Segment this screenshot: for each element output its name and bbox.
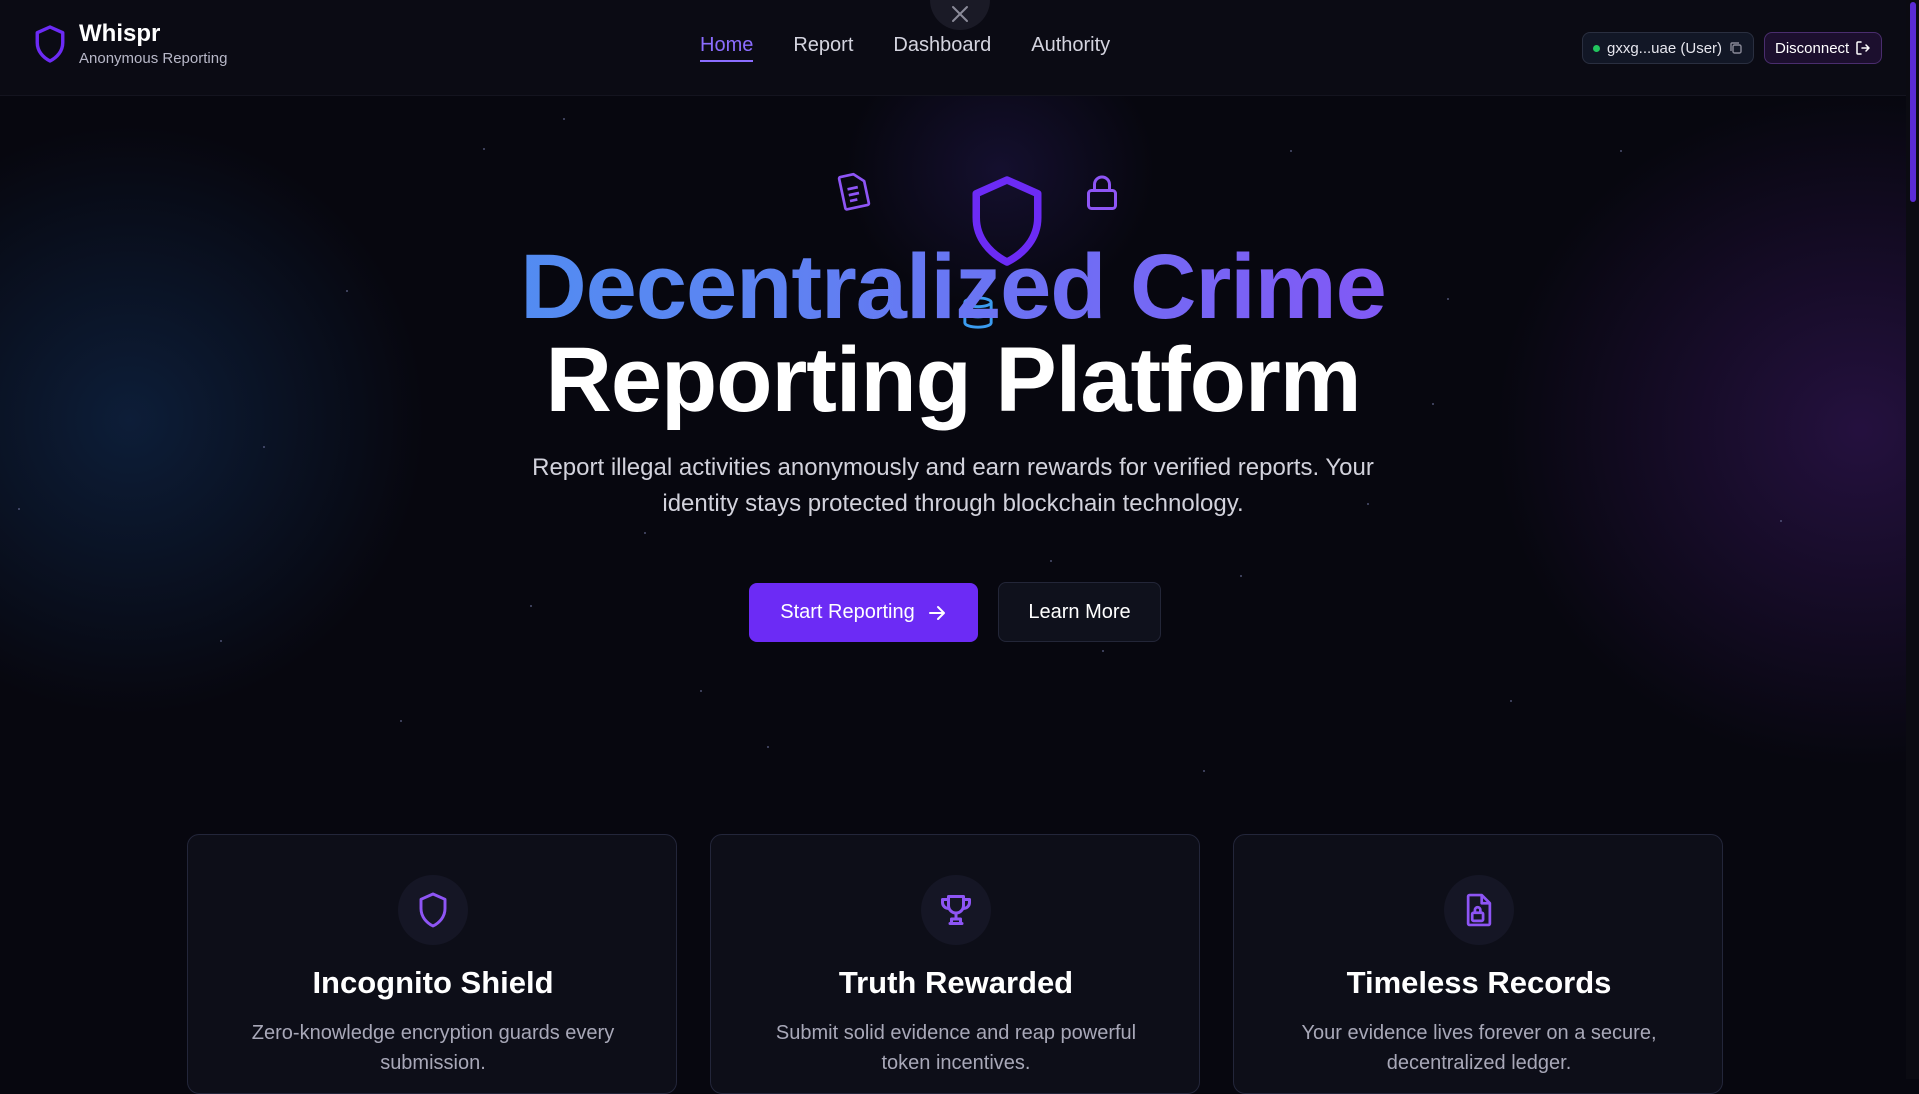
feature-text: Your evidence lives forever on a secure,…: [1301, 1022, 1657, 1074]
app-subtitle: Anonymous Reporting: [79, 50, 228, 67]
nav-link-home[interactable]: Home: [700, 34, 754, 62]
start-reporting-button[interactable]: Start Reporting: [749, 583, 978, 642]
close-button[interactable]: [930, 0, 990, 30]
feature-card-incognito: Incognito Shield Zero-knowledge encrypti…: [187, 834, 677, 1094]
copy-icon[interactable]: [1729, 41, 1743, 55]
close-icon: [952, 6, 968, 22]
feature-card-truth: Truth Rewarded Submit solid evidence and…: [710, 834, 1200, 1094]
file-lock-icon: [1466, 893, 1492, 927]
nav-links: Home Report Dashboard Authority: [700, 34, 1110, 62]
disconnect-button[interactable]: Disconnect: [1764, 32, 1883, 64]
logout-icon: [1856, 41, 1870, 55]
brand[interactable]: Whispr Anonymous Reporting: [33, 20, 227, 68]
start-reporting-label: Start Reporting: [780, 601, 915, 623]
trophy-icon: [941, 895, 971, 925]
learn-more-button[interactable]: Learn More: [998, 582, 1161, 642]
scrollbar-thumb[interactable]: [1910, 2, 1916, 202]
feature-icon-wrap: [921, 875, 991, 945]
app-title: Whispr: [79, 20, 161, 47]
feature-icon-wrap: [398, 875, 468, 945]
nav-link-authority[interactable]: Authority: [1031, 34, 1110, 62]
wallet-address-badge[interactable]: gxxg...uae (User): [1582, 32, 1755, 64]
hero-title-line2: Reporting Platform: [545, 329, 1361, 431]
feature-text: Zero-knowledge encryption guards every s…: [251, 1022, 615, 1074]
arrow-right-icon: [928, 605, 945, 620]
learn-more-label: Learn More: [1028, 600, 1131, 623]
shield-icon: [419, 892, 447, 928]
shield-logo-icon: [35, 25, 65, 63]
document-icon: [837, 172, 871, 211]
disconnect-label: Disconnect: [1775, 39, 1850, 57]
nav-link-report[interactable]: Report: [793, 34, 853, 62]
feature-text: Submit solid evidence and reap powerful …: [775, 1022, 1137, 1074]
feature-title: Truth Rewarded: [838, 965, 1074, 1000]
connected-status-dot: [1593, 44, 1600, 52]
hero-subtitle: Report illegal activities anonymously an…: [532, 454, 1374, 517]
feature-card-timeless: Timeless Records Your evidence lives for…: [1233, 834, 1723, 1094]
top-navbar: Whispr Anonymous Reporting Home Report D…: [0, 0, 1906, 96]
feature-title: Timeless Records: [1346, 965, 1612, 1000]
feature-icon-wrap: [1444, 875, 1514, 945]
lock-icon: [1087, 175, 1117, 210]
wallet-address: gxxg...uae (User): [1607, 39, 1723, 57]
nav-link-dashboard[interactable]: Dashboard: [893, 34, 991, 62]
feature-title: Incognito Shield: [312, 965, 554, 1000]
